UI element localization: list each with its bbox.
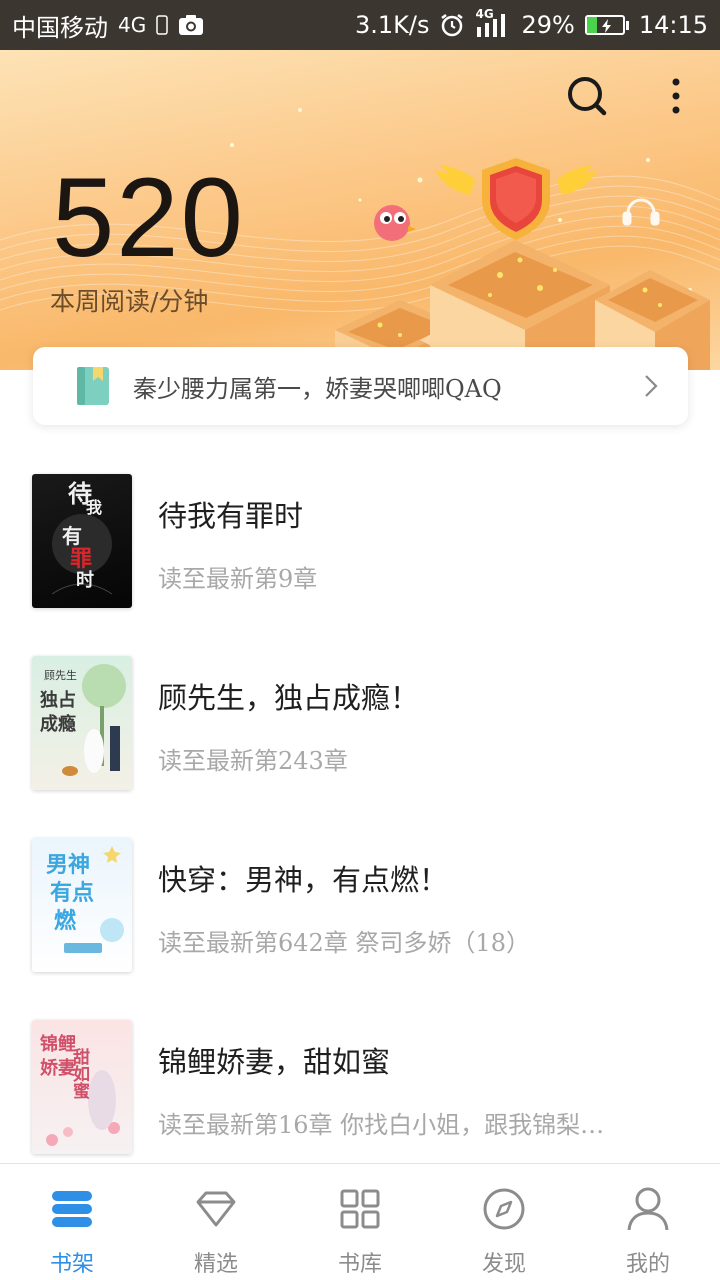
continue-reading-card[interactable]: 秦少腰力属第一，娇妻哭唧唧QAQ bbox=[33, 347, 688, 425]
nav-bookshelf[interactable]: 书架 bbox=[0, 1164, 144, 1280]
cover-text: 燃 bbox=[54, 908, 77, 934]
charging-bolt-icon bbox=[601, 19, 611, 33]
cover-text: 成瘾 bbox=[40, 714, 76, 735]
more-options-button[interactable] bbox=[652, 72, 700, 120]
user-icon bbox=[627, 1187, 669, 1231]
cover-text: 顾先生 bbox=[44, 669, 77, 682]
book-cover: 锦鲤 娇妻 甜如蜜 bbox=[32, 1020, 132, 1154]
book-title: 待我有罪时 bbox=[158, 499, 304, 533]
bookshelf-list: 待 我 有 罪 时 待我有罪时 读至最新第9章 顾先生 独占 成瘾 顾先生，独占… bbox=[0, 455, 720, 1183]
book-progress: 读至最新第642章 祭司多娇（18） bbox=[158, 929, 530, 957]
compass-icon bbox=[483, 1188, 525, 1230]
book-cover: 待 我 有 罪 时 bbox=[32, 474, 132, 608]
reading-stats-banner: 520 本周阅读/分钟 bbox=[0, 50, 720, 370]
book-progress: 读至最新第16章 你找白小姐，跟我锦梨… bbox=[158, 1111, 605, 1139]
book-cover: 顾先生 独占 成瘾 bbox=[32, 656, 132, 790]
search-button[interactable] bbox=[563, 72, 611, 120]
network-speed: 3.1K/s bbox=[354, 11, 430, 39]
cover-text: 我 bbox=[86, 498, 103, 517]
cover-text: 有点 bbox=[50, 880, 95, 906]
grid-icon bbox=[340, 1189, 380, 1229]
weekly-reading-minutes: 520 bbox=[52, 155, 245, 280]
cover-text: 罪 bbox=[70, 546, 93, 572]
book-item[interactable]: 男神 有点 燃 快穿：男神，有点燃！ 读至最新第642章 祭司多娇（18） bbox=[0, 819, 720, 1001]
cover-text: 时 bbox=[76, 570, 94, 591]
battery-icon bbox=[584, 15, 629, 35]
search-icon bbox=[568, 77, 607, 116]
book-item[interactable]: 顾先生 独占 成瘾 顾先生，独占成瘾！ 读至最新第243章 bbox=[0, 637, 720, 819]
chevron-right-icon bbox=[645, 375, 658, 397]
nav-featured[interactable]: 精选 bbox=[144, 1164, 288, 1280]
book-title: 顾先生，独占成瘾！ bbox=[158, 681, 420, 715]
alarm-icon bbox=[441, 14, 464, 37]
diamond-icon bbox=[196, 1191, 236, 1227]
clock-time: 14:15 bbox=[638, 11, 708, 39]
nav-label: 精选 bbox=[193, 1252, 238, 1277]
nav-label: 我的 bbox=[625, 1252, 670, 1277]
nav-label: 发现 bbox=[481, 1252, 526, 1277]
book-cover: 男神 有点 燃 bbox=[32, 838, 132, 972]
continue-reading-title: 秦少腰力属第一，娇妻哭唧唧QAQ bbox=[133, 374, 502, 403]
bookshelf-icon bbox=[52, 1191, 92, 1227]
book-progress: 读至最新第9章 bbox=[158, 565, 318, 593]
podium-illustration bbox=[320, 158, 710, 370]
book-title: 快穿：男神，有点燃！ bbox=[158, 863, 449, 897]
nav-label: 书库 bbox=[337, 1252, 382, 1277]
nav-discover[interactable]: 发现 bbox=[432, 1164, 576, 1280]
cover-text: 男神 bbox=[46, 852, 91, 878]
book-progress: 读至最新第243章 bbox=[158, 747, 348, 775]
status-bar: 中国移动 4G 3.1K/s 4G 29% 14:15 bbox=[0, 0, 720, 50]
weekly-reading-label: 本周阅读/分钟 bbox=[50, 287, 209, 316]
network-type: 4G bbox=[118, 13, 147, 37]
book-icon bbox=[77, 367, 109, 405]
book-title: 锦鲤娇妻，甜如蜜 bbox=[158, 1045, 391, 1079]
carrier-name: 中国移动 bbox=[12, 13, 108, 42]
cover-text: 甜如蜜 bbox=[69, 1048, 89, 1099]
nav-label: 书架 bbox=[49, 1252, 94, 1277]
sim-icon bbox=[156, 15, 168, 35]
more-vertical-icon bbox=[672, 78, 680, 114]
book-item[interactable]: 锦鲤 娇妻 甜如蜜 锦鲤娇妻，甜如蜜 读至最新第16章 你找白小姐，跟我锦梨… bbox=[0, 1001, 720, 1183]
nav-library[interactable]: 书库 bbox=[288, 1164, 432, 1280]
battery-level bbox=[586, 17, 598, 33]
nav-profile[interactable]: 我的 bbox=[576, 1164, 720, 1280]
app-screen: 中国移动 4G 3.1K/s 4G 29% 14:15 520 本周阅读/分钟 … bbox=[0, 0, 720, 1280]
signal-network-label: 4G bbox=[475, 7, 494, 21]
book-item[interactable]: 待 我 有 罪 时 待我有罪时 读至最新第9章 bbox=[0, 455, 720, 637]
battery-percent: 29% bbox=[521, 11, 575, 39]
cover-text: 独占 bbox=[40, 690, 76, 711]
cover-text: 有 bbox=[62, 524, 82, 548]
bottom-navigation: 书架 精选 书库 发现 我的 bbox=[0, 1163, 720, 1280]
cellular-signal-icon: 4G bbox=[475, 7, 511, 39]
camera-icon bbox=[179, 15, 204, 35]
